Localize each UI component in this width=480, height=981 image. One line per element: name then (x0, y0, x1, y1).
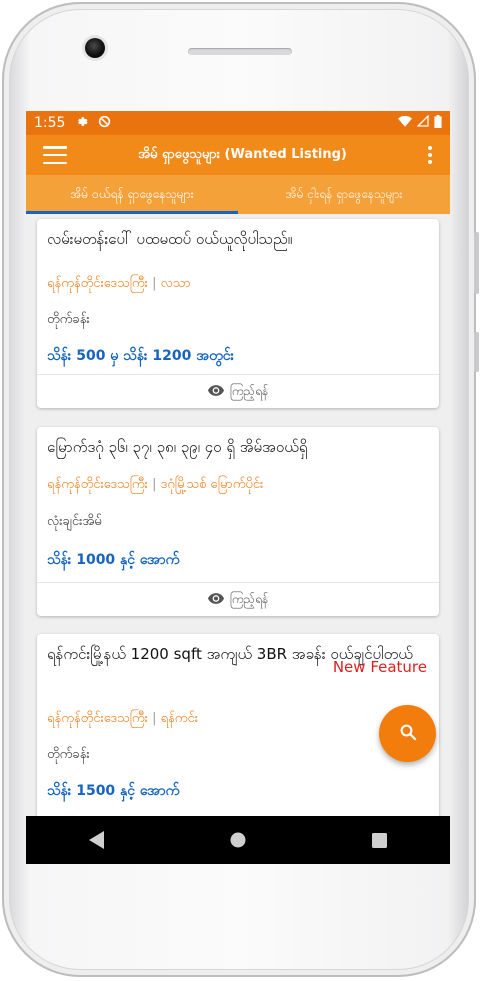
listing-location: ရန်ကုန်တိုင်းဒေသကြီး | ရန်ကင်း (47, 710, 198, 729)
recents-icon[interactable] (359, 820, 399, 860)
listing-township: လသာ (160, 276, 191, 291)
listing-township: ဒဂုံမြို့သစ် မြောက်ပိုင်း (160, 477, 264, 492)
status-bar: 1:55 (26, 111, 450, 135)
view-label: ကြည့်ရန် (229, 592, 269, 606)
listing-region: ရန်ကုန်တိုင်းဒေသကြီး (47, 711, 148, 726)
listing-property-type: တိုက်ခန်း (47, 747, 90, 762)
listing-card[interactable]: မြောက်ဒဂုံ ၃၆၊ ၃၇၊ ၃၈၊ ၃၉၊ ၄၀ ရှိ အိမ်အဝ… (37, 427, 439, 616)
tab-rent-wanted[interactable]: အိမ် ငှါးရန် ရှာဖွေနေသူများ (238, 175, 450, 214)
battery-icon (434, 114, 442, 132)
page-title: အိမ် ရှာဖွေသူများ (Wanted Listing) (138, 146, 347, 162)
power-button (474, 232, 479, 294)
volume-button (474, 332, 479, 372)
status-time: 1:55 (34, 115, 66, 131)
settings-gear-icon (75, 115, 89, 132)
listing-region: ရန်ကုန်တိုင်းဒေသကြီး (47, 477, 148, 492)
search-icon (399, 723, 417, 745)
listing-location: ရန်ကုန်တိုင်းဒေသကြီး | လသာ (47, 275, 191, 294)
new-feature-label: New Feature (332, 658, 427, 676)
location-separator: | (152, 711, 157, 726)
earpiece-speaker (188, 48, 292, 55)
listing-township: ရန်ကင်း (160, 711, 199, 726)
listing-property-type: လုံးချင်းအိမ် (47, 514, 102, 529)
location-separator: | (152, 477, 157, 492)
location-separator: | (152, 276, 157, 291)
wifi-icon (398, 115, 412, 131)
listing-property-type: တိုက်ခန်း (47, 312, 90, 327)
listing-price: သိန်း 1500 နှင့် အောက် (47, 783, 180, 799)
listing-price: သိန်း 500 မှ သိန်း 1200 အတွင်း (47, 348, 235, 364)
view-label: ကြည့်ရန် (229, 384, 269, 398)
tab-buy-wanted[interactable]: အိမ် ဝယ်ရန် ရှာဖွေနေသူများ (26, 175, 238, 214)
app-bar: အိမ် ရှာဖွေသူများ (Wanted Listing) (26, 135, 450, 175)
view-button[interactable]: ကြည့်ရန် (37, 375, 439, 409)
listing-location: ရန်ကုန်တိုင်းဒေသကြီး | ဒဂုံမြို့သစ် မြော… (47, 476, 263, 495)
view-button[interactable]: ကြည့်ရန် (37, 583, 439, 617)
home-icon[interactable] (218, 820, 258, 860)
cell-signal-icon (416, 114, 429, 131)
front-camera (85, 38, 105, 58)
system-nav-bar (26, 816, 450, 864)
listing-region: ရန်ကုန်တိုင်းဒေသကြီး (47, 276, 148, 291)
overflow-menu-icon[interactable] (428, 146, 432, 164)
eye-icon (207, 385, 224, 399)
tab-bar: အိမ် ဝယ်ရန် ရှာဖွေနေသူများ အိမ် ငှါးရန် … (26, 175, 450, 214)
screen: 1:55 အိမ် ရှာဖွေသူများ (Wanted Listing) … (26, 111, 450, 864)
listing-title: လမ်းမတန်းပေါ် ပထမထပ် ဝယ်ယူလိုပါသည်။ (47, 230, 293, 248)
back-icon[interactable] (77, 820, 117, 860)
listing-card[interactable]: လမ်းမတန်းပေါ် ပထမထပ် ဝယ်ယူလိုပါသည်။ ရန်က… (37, 219, 439, 408)
listing-price: သိန်း 1000 နှင့် အောက် (47, 552, 180, 568)
listing-title: မြောက်ဒဂုံ ၃၆၊ ၃၇၊ ၃၈၊ ၃၉၊ ၄၀ ရှိ အိမ်အဝ… (47, 438, 308, 456)
data-saver-icon (98, 115, 111, 132)
eye-icon (207, 593, 224, 607)
hamburger-menu-icon[interactable] (43, 146, 67, 164)
status-right-icons (398, 114, 442, 132)
search-fab[interactable] (379, 705, 436, 762)
